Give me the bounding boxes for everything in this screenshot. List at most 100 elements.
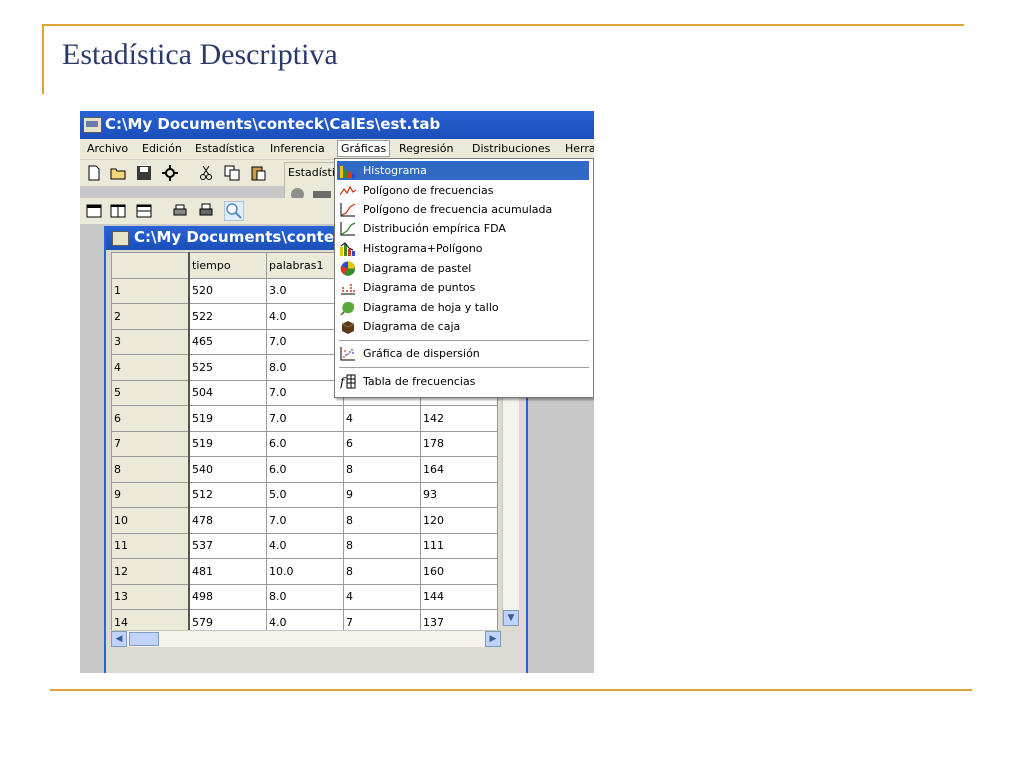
table-cell[interactable]: 465 [188, 328, 267, 355]
table-cell[interactable]: 4 [343, 583, 421, 610]
table-cell[interactable]: 8 [343, 558, 421, 585]
row-header[interactable]: 13 [111, 583, 190, 610]
menu-graficas[interactable]: Gráficas [337, 140, 391, 157]
row-header[interactable]: 7 [111, 430, 190, 457]
menu-item-poligono-acumulada[interactable]: Polígono de frecuencia acumulada [337, 200, 589, 219]
menu-distribuciones[interactable]: Distribuciones [469, 141, 553, 156]
print-icon[interactable] [172, 203, 188, 219]
table-cell[interactable]: 7.0 [266, 379, 344, 406]
window-layout-icon[interactable] [86, 203, 102, 219]
table-cell[interactable]: 8.0 [266, 583, 344, 610]
menu-item-diagrama-pastel[interactable]: Diagrama de pastel [337, 259, 589, 278]
print-preview-icon[interactable] [198, 203, 214, 219]
table-cell[interactable]: 120 [420, 507, 498, 534]
row-header[interactable]: 1 [111, 277, 190, 304]
menu-item-tabla-frecuencias[interactable]: f Tabla de frecuencias [337, 372, 589, 391]
menu-item-poligono-frecuencias[interactable]: Polígono de frecuencias [337, 181, 589, 200]
table-row[interactable]: 10 478 7.0 8 120 [111, 507, 498, 534]
column-header-palabras1[interactable]: palabras1 [266, 252, 344, 279]
menu-inferencia[interactable]: Inferencia [267, 141, 328, 156]
column-header-tiempo[interactable]: tiempo [188, 252, 267, 279]
table-cell[interactable]: 9 [343, 481, 421, 508]
menu-item-histograma[interactable]: Histograma [337, 161, 589, 180]
table-row[interactable]: 13 498 8.0 4 144 [111, 583, 498, 610]
scrollbar-thumb[interactable] [129, 632, 159, 646]
table-cell[interactable]: 8 [343, 456, 421, 483]
table-cell[interactable]: 525 [188, 354, 267, 381]
table-cell[interactable]: 142 [420, 405, 498, 432]
table-cell[interactable]: 5.0 [266, 481, 344, 508]
table-row[interactable]: 8 540 6.0 8 164 [111, 456, 498, 483]
table-row[interactable]: 9 512 5.0 9 93 [111, 481, 498, 508]
grid-corner[interactable] [111, 252, 190, 279]
menu-item-grafica-dispersion[interactable]: Gráfica de dispersión [337, 344, 589, 363]
tile-vertical-icon[interactable] [110, 203, 126, 219]
save-icon[interactable] [136, 165, 152, 181]
table-cell[interactable]: 519 [188, 430, 267, 457]
menu-item-distribucion-empirica[interactable]: Distribución empírica FDA [337, 219, 589, 238]
tile-horizontal-icon[interactable] [136, 203, 152, 219]
table-cell[interactable]: 8 [343, 507, 421, 534]
cut-icon[interactable] [198, 165, 214, 181]
menu-edicion[interactable]: Edición [139, 141, 185, 156]
table-cell[interactable]: 540 [188, 456, 267, 483]
table-row[interactable]: 7 519 6.0 6 178 [111, 430, 498, 457]
table-cell[interactable]: 7.0 [266, 405, 344, 432]
table-cell[interactable]: 160 [420, 558, 498, 585]
menu-archivo[interactable]: Archivo [84, 141, 131, 156]
menu-item-diagrama-puntos[interactable]: Diagrama de puntos [337, 278, 589, 297]
table-cell[interactable]: 522 [188, 303, 267, 330]
table-row[interactable]: 12 481 10.0 8 160 [111, 558, 498, 585]
row-header[interactable]: 4 [111, 354, 190, 381]
row-header[interactable]: 8 [111, 456, 190, 483]
row-header[interactable]: 11 [111, 532, 190, 559]
row-header[interactable]: 2 [111, 303, 190, 330]
table-cell[interactable]: 111 [420, 532, 498, 559]
scroll-left-icon[interactable]: ◀ [111, 631, 127, 647]
row-header[interactable]: 6 [111, 405, 190, 432]
table-cell[interactable]: 512 [188, 481, 267, 508]
table-cell[interactable]: 4.0 [266, 303, 344, 330]
row-header[interactable]: 3 [111, 328, 190, 355]
row-header[interactable]: 12 [111, 558, 190, 585]
table-cell[interactable]: 6 [343, 430, 421, 457]
menu-item-hoja-tallo[interactable]: Diagrama de hoja y tallo [337, 298, 589, 317]
table-cell[interactable]: 10.0 [266, 558, 344, 585]
zoom-icon[interactable] [224, 201, 244, 221]
table-cell[interactable]: 178 [420, 430, 498, 457]
table-cell[interactable]: 4 [343, 405, 421, 432]
menu-estadistica[interactable]: Estadística [192, 141, 258, 156]
paste-icon[interactable] [250, 165, 266, 181]
menu-item-histograma-poligono[interactable]: Histograma+Polígono [337, 239, 589, 258]
table-cell[interactable]: 3.0 [266, 277, 344, 304]
table-row[interactable]: 6 519 7.0 4 142 [111, 405, 498, 432]
table-cell[interactable]: 481 [188, 558, 267, 585]
scroll-right-icon[interactable]: ▶ [485, 631, 501, 647]
table-cell[interactable]: 537 [188, 532, 267, 559]
app-titlebar[interactable]: C:\My Documents\conteck\CalEs\est.tab [80, 111, 594, 139]
table-cell[interactable]: 7.0 [266, 328, 344, 355]
open-folder-icon[interactable] [110, 165, 126, 181]
menu-item-diagrama-caja[interactable]: Diagrama de caja [337, 317, 589, 336]
row-header[interactable]: 5 [111, 379, 190, 406]
table-cell[interactable]: 164 [420, 456, 498, 483]
scroll-down-icon[interactable]: ▼ [503, 610, 519, 626]
table-cell[interactable]: 8.0 [266, 354, 344, 381]
table-cell[interactable]: 144 [420, 583, 498, 610]
table-cell[interactable]: 498 [188, 583, 267, 610]
table-cell[interactable]: 7.0 [266, 507, 344, 534]
table-cell[interactable]: 6.0 [266, 430, 344, 457]
table-cell[interactable]: 93 [420, 481, 498, 508]
table-cell[interactable]: 519 [188, 405, 267, 432]
new-file-icon[interactable] [86, 165, 102, 181]
table-cell[interactable]: 8 [343, 532, 421, 559]
settings-icon[interactable] [162, 165, 178, 181]
copy-icon[interactable] [224, 165, 240, 181]
row-header[interactable]: 9 [111, 481, 190, 508]
menu-herramientas[interactable]: Herra [562, 141, 594, 156]
table-cell[interactable]: 520 [188, 277, 267, 304]
table-cell[interactable]: 4.0 [266, 532, 344, 559]
table-cell[interactable]: 6.0 [266, 456, 344, 483]
row-header[interactable]: 10 [111, 507, 190, 534]
table-cell[interactable]: 504 [188, 379, 267, 406]
